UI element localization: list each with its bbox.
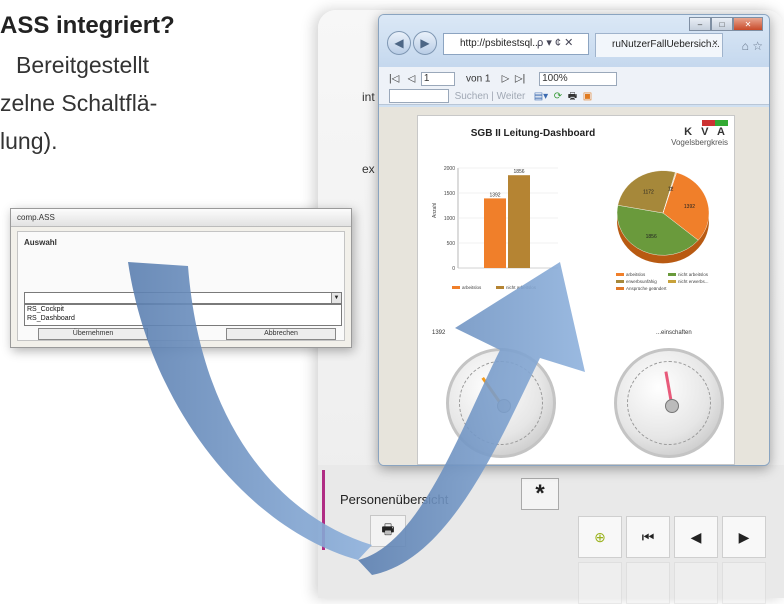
pie-legend-label-2: erwerbsunfähig: [626, 279, 657, 284]
gauge-right-label: ...einschaften: [656, 330, 692, 336]
bar-legend-label-0: arbeitslos: [462, 285, 482, 290]
pie-value-label-0: 1392: [684, 204, 695, 210]
bar-0: [484, 198, 506, 268]
zoom-select[interactable]: 100%: [539, 72, 618, 86]
report-title: SGB II Leitung-Dashboard: [470, 128, 596, 139]
pie-value-label-4: 7: [670, 187, 673, 193]
first-page-icon[interactable]: |◁: [389, 74, 399, 85]
selection-list: RS_Cockpit RS_Dashboard: [24, 304, 342, 326]
tab-close-icon[interactable]: ×: [712, 38, 718, 49]
chevron-down-icon[interactable]: ▼: [331, 293, 341, 303]
back-icon[interactable]: ◀: [387, 31, 411, 55]
search-separator: |: [491, 91, 494, 102]
cancel-button[interactable]: Abbrechen: [226, 328, 336, 340]
printer-icon[interactable]: 🖶: [568, 91, 577, 102]
pie-legend-label-3: nicht erwerbs...: [678, 279, 709, 284]
export-icon[interactable]: ▤▾: [534, 91, 548, 102]
report-search-input[interactable]: [389, 89, 449, 104]
gauge-left-hub: [497, 399, 511, 413]
close-icon[interactable]: ✕: [733, 17, 763, 31]
bar-y-tick-1: 500: [447, 241, 456, 247]
pager-row: |◁ ◁ 1 von 1 ▷ ▷| 100%: [389, 72, 618, 86]
bg-label-int: int: [362, 90, 375, 104]
pie-legend-swatch-1: [668, 273, 676, 276]
gauge-left-label: 1392: [432, 330, 446, 336]
bar-legend-label-1: nicht arbeitslos: [506, 285, 537, 290]
maximize-icon[interactable]: □: [711, 17, 733, 31]
pie-legend-swatch-3: [668, 280, 676, 283]
selection-combobox[interactable]: ▼: [24, 292, 342, 304]
kva-logo: K V A Vogelsbergkreis: [671, 120, 728, 147]
dashboard-charts: 0 500 1000 1500 2000 Anzahl 1392 arbeitslos 1856…: [432, 166, 710, 291]
pie-legend-swatch-4: [616, 287, 624, 290]
bar-value-label-1: 1856: [513, 169, 524, 175]
page-count: von 1: [466, 73, 491, 85]
tab-title: ruNutzerFallUebersich...: [612, 39, 720, 50]
apply-button[interactable]: Übernehmen: [38, 328, 148, 340]
bg-label-ex: ex: [362, 162, 375, 176]
home-star-icons[interactable]: ⌂ ☆: [742, 39, 763, 53]
slide-headline: ASS integriert?: [0, 12, 175, 39]
next-link[interactable]: Weiter: [497, 91, 526, 102]
star-button[interactable]: *: [521, 478, 559, 510]
personen-tab[interactable]: Personenübersicht: [340, 492, 448, 507]
report-area: SGB II Leitung-Dashboard K V A Vogelsber…: [379, 107, 769, 465]
slide-line-1: Bereitgestellt: [16, 52, 149, 78]
search-link[interactable]: Suchen: [455, 91, 489, 102]
add-button[interactable]: ⊕: [578, 516, 622, 558]
bar-value-label-0: 1392: [489, 192, 500, 198]
pie-legend-swatch-0: [616, 273, 624, 276]
option-rs-dashboard[interactable]: RS_Dashboard: [25, 314, 341, 323]
pie-value-label-1: 1856: [646, 234, 657, 240]
option-rs-cockpit[interactable]: RS_Cockpit: [25, 305, 341, 314]
pie-legend-swatch-2: [616, 280, 624, 283]
report-toolbar: |◁ ◁ 1 von 1 ▷ ▷| 100% Suchen | Weiter ▤…: [379, 67, 769, 105]
page-number-input[interactable]: 1: [420, 72, 455, 86]
comp-ass-dialog: comp.ASS Auswahl ▼ RS_Cockpit RS_Dashboa…: [10, 208, 352, 348]
gauge-right: [614, 348, 724, 458]
minimize-icon[interactable]: –: [689, 17, 711, 31]
dialog-title: comp.ASS: [11, 209, 351, 227]
prev-icon[interactable]: ◁: [408, 74, 416, 85]
slide-line-3: lung).: [0, 128, 58, 154]
window-controls: – □ ✕: [689, 17, 763, 31]
refresh-icon[interactable]: ⟳: [554, 91, 562, 102]
logo-sub: Vogelsbergkreis: [671, 138, 728, 147]
dialog-body: Auswahl ▼ RS_Cockpit RS_Dashboard Überne…: [17, 231, 345, 341]
atom-feed-icon[interactable]: ▣: [583, 91, 592, 102]
bar-y-tick-2: 1000: [444, 216, 455, 222]
address-icons[interactable]: ρ ▾ ¢ ✕: [537, 36, 573, 49]
dialog-label: Auswahl: [24, 238, 57, 247]
gauge-right-hub: [665, 399, 679, 413]
pie-value-label-2: 1172: [643, 190, 654, 196]
first-page-button[interactable]: ⏮: [626, 516, 670, 558]
forward-icon[interactable]: ▶: [413, 31, 437, 55]
bar-y-tick-4: 2000: [444, 166, 455, 172]
bar-1: [508, 175, 530, 268]
bar-legend-swatch-0: [452, 286, 460, 289]
print-icon[interactable]: 🖶: [370, 515, 406, 547]
search-row: Suchen | Weiter ▤▾ ⟳ 🖶 ▣: [389, 89, 592, 106]
next-icon[interactable]: ▷: [502, 74, 510, 85]
pie-legend-label-1: nicht arbeitslos: [678, 272, 709, 277]
pie-legend-label-4: Ansprüche geändert: [626, 286, 667, 291]
pie-legend-label-0: arbeitslos: [626, 272, 646, 277]
bar-legend-swatch-1: [496, 286, 504, 289]
bar-y-tick-3: 1500: [444, 191, 455, 197]
browser-window: ◀ ▶ http://psbitestsql... ρ ▾ ¢ ✕ ruNutz…: [378, 14, 770, 466]
browser-tab[interactable]: ruNutzerFallUebersich... ×: [595, 33, 723, 57]
slide-line-2: zelne Schaltflä-: [0, 90, 158, 116]
bar-y-label: Anzahl: [432, 203, 438, 218]
report-page: SGB II Leitung-Dashboard K V A Vogelsber…: [417, 115, 735, 465]
next-page-button[interactable]: ▶: [722, 516, 766, 558]
gauge-left: [446, 348, 556, 458]
logo-main: K V A: [684, 126, 728, 138]
prev-page-button[interactable]: ◀: [674, 516, 718, 558]
last-page-icon[interactable]: ▷|: [515, 74, 525, 85]
bar-y-tick-0: 0: [452, 266, 455, 272]
browser-titlebar: ◀ ▶ http://psbitestsql... ρ ▾ ¢ ✕ ruNutz…: [379, 15, 769, 67]
accent-bar: [322, 470, 325, 550]
